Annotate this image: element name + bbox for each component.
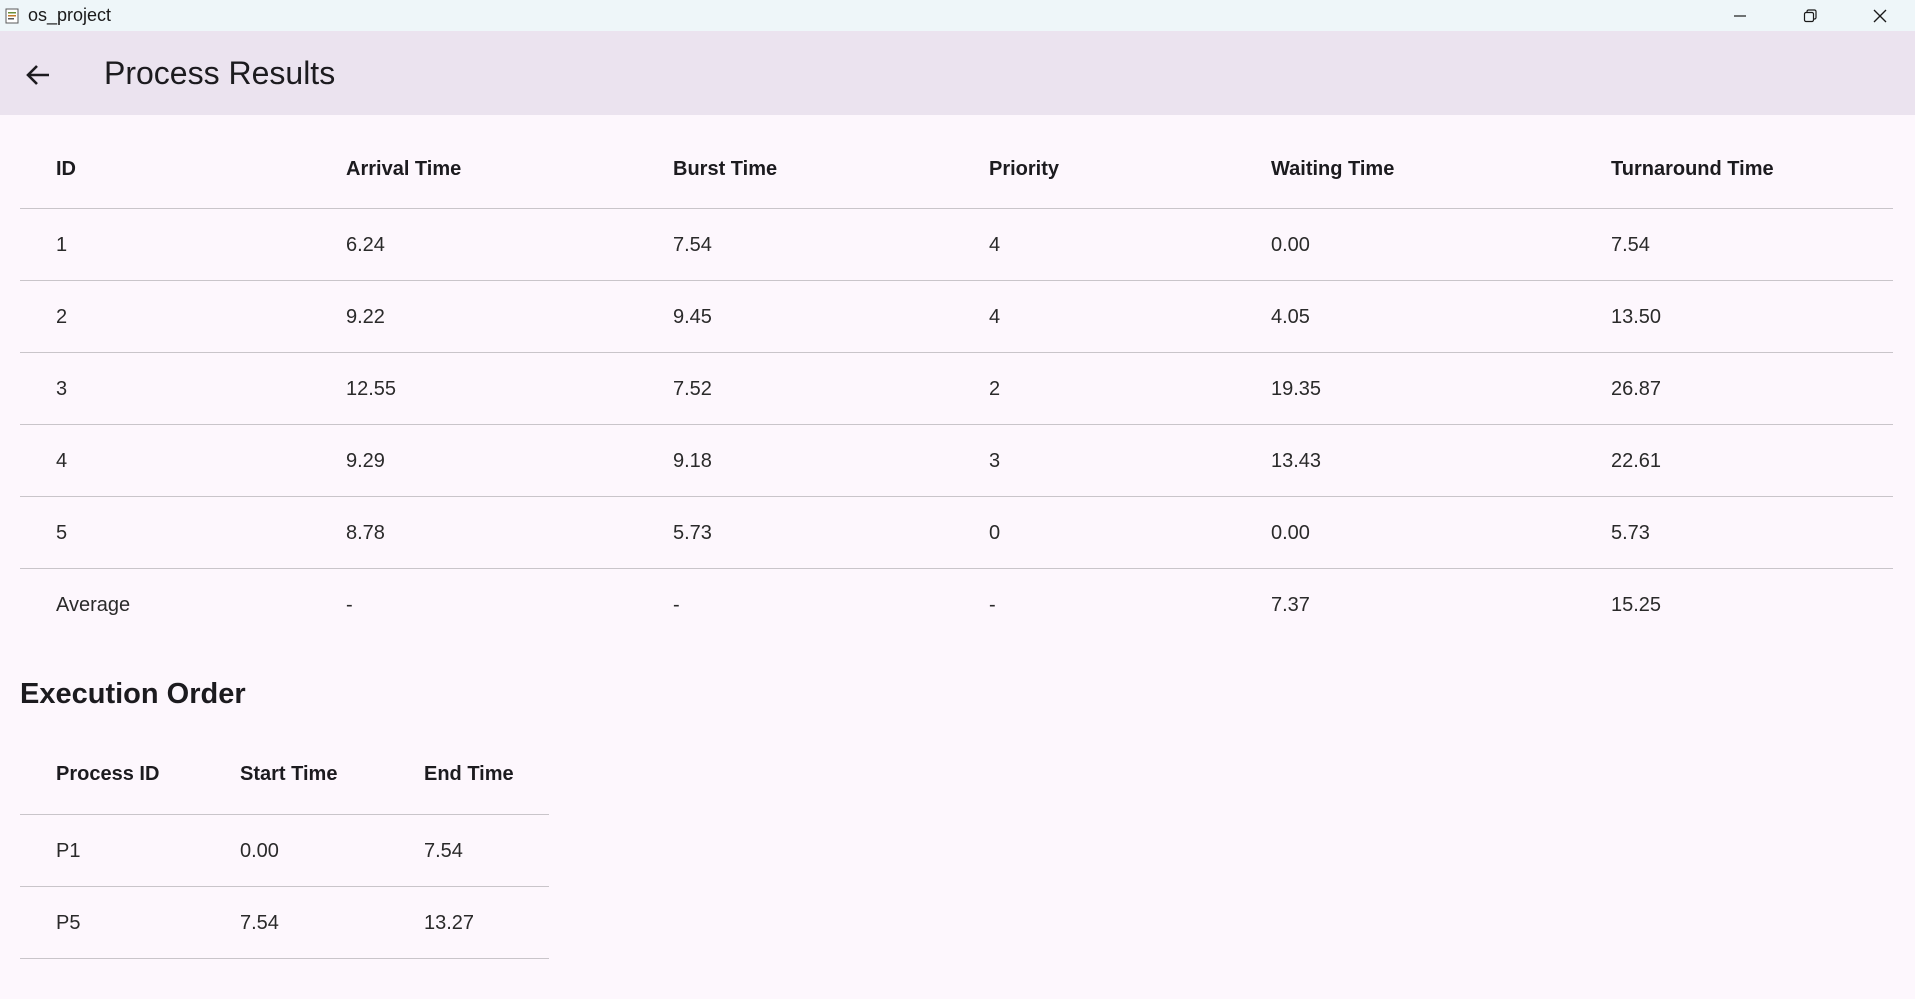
cell-turnaround-time: 22.61 [1611,450,1662,472]
back-button[interactable] [20,57,56,93]
cell-average-label: Average [56,594,131,616]
close-icon [1873,9,1887,22]
cell-id: 2 [56,306,68,328]
app-bar: Process Results [0,31,1915,115]
cell-turnaround-time: 7.54 [1611,234,1650,256]
cell-waiting-time: 0.00 [1271,234,1310,256]
results-table: ID Arrival Time Burst Time Priority Wait… [20,130,1893,641]
cell-arrival-time: 8.78 [346,522,385,544]
cell-burst-time: 9.45 [673,306,712,328]
table-row: 4 9.29 9.18 3 13.43 22.61 [20,425,1893,497]
cell-priority: 2 [989,378,1001,400]
cell-burst-time: 7.54 [673,234,712,256]
average-row: Average - - - 7.37 15.25 [20,569,1893,641]
window-title: os_project [28,5,112,25]
table-row: P5 7.54 13.27 [20,887,549,959]
cell-burst-time: 5.73 [673,522,712,544]
table-row: 3 12.55 7.52 2 19.35 26.87 [20,353,1893,425]
cell-priority: 4 [989,306,1001,328]
cell-id: 1 [56,234,68,256]
window-titlebar: os_project [0,0,1915,31]
cell-arrival-time: - [346,594,353,616]
cell-process-id: P5 [56,912,81,934]
table-header-row: Process ID Start Time End Time [20,735,549,815]
cell-priority: 3 [989,450,1001,472]
cell-arrival-time: 6.24 [346,234,385,256]
cell-burst-time: 9.18 [673,450,712,472]
cell-turnaround-time: 13.50 [1611,306,1662,328]
restore-icon [1803,8,1817,22]
cell-priority: 0 [989,522,1001,544]
minimize-button[interactable] [1705,0,1775,31]
cell-burst-time: 7.52 [673,378,712,400]
cell-priority: 4 [989,234,1001,256]
table-header-row: ID Arrival Time Burst Time Priority Wait… [20,130,1893,209]
cell-arrival-time: 9.29 [346,450,385,472]
cell-id: 5 [56,522,68,544]
restore-button[interactable] [1775,0,1845,31]
arrow-back-icon [26,65,49,85]
table-row: P1 0.00 7.54 [20,815,549,887]
column-header-burst-time: Burst Time [673,158,778,180]
execution-order-table: Process ID Start Time End Time P1 0.00 7… [20,735,549,959]
cell-average-turnaround-time: 15.25 [1611,594,1662,616]
cell-turnaround-time: 26.87 [1611,378,1662,400]
cell-priority: - [989,594,996,616]
window-controls [1705,0,1915,31]
cell-start-time: 7.54 [240,912,279,934]
cell-waiting-time: 4.05 [1271,306,1310,328]
cell-burst-time: - [673,594,680,616]
cell-arrival-time: 12.55 [346,378,397,400]
cell-average-waiting-time: 7.37 [1271,594,1310,616]
page-title: Process Results [104,55,336,91]
cell-waiting-time: 19.35 [1271,378,1322,400]
column-header-end-time: End Time [424,763,514,785]
column-header-start-time: Start Time [240,763,338,785]
column-header-id: ID [56,158,76,180]
cell-process-id: P1 [56,840,81,862]
close-button[interactable] [1845,0,1915,31]
table-row: 2 9.22 9.45 4 4.05 13.50 [20,281,1893,353]
cell-end-time: 7.54 [424,840,463,862]
column-header-arrival-time: Arrival Time [346,158,462,180]
column-header-process-id: Process ID [56,763,160,785]
app-icon [4,8,20,24]
cell-arrival-time: 9.22 [346,306,385,328]
table-row: 5 8.78 5.73 0 0.00 5.73 [20,497,1893,569]
cell-turnaround-time: 5.73 [1611,522,1650,544]
cell-start-time: 0.00 [240,840,279,862]
column-header-turnaround-time: Turnaround Time [1611,158,1774,180]
column-header-priority: Priority [989,158,1060,180]
cell-end-time: 13.27 [424,912,475,934]
minimize-icon [1734,14,1746,17]
cell-waiting-time: 0.00 [1271,522,1310,544]
execution-order-title: Execution Order [20,678,246,710]
cell-id: 3 [56,378,68,400]
cell-id: 4 [56,450,68,472]
column-header-waiting-time: Waiting Time [1271,158,1395,180]
table-row: 1 6.24 7.54 4 0.00 7.54 [20,209,1893,281]
cell-waiting-time: 13.43 [1271,450,1322,472]
